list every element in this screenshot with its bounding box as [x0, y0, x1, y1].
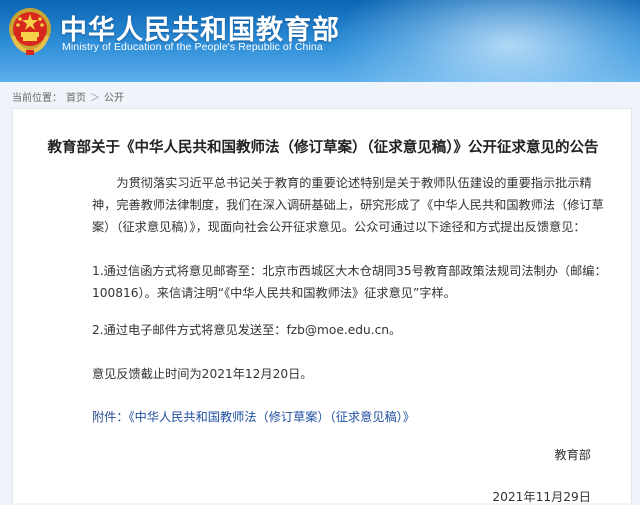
article-attachment: 附件：《中华人民共和国教师法（修订草案）（征求意见稿）》	[92, 406, 608, 428]
breadcrumb-separator: ＞	[90, 92, 100, 104]
national-emblem-icon[interactable]	[7, 6, 53, 56]
article-panel: 教育部关于《中华人民共和国教师法（修订草案）（征求意见稿）》公开征求意见的公告 …	[12, 108, 632, 504]
breadcrumb-public-link[interactable]: 公开	[104, 89, 124, 104]
article-item-mail: 1.通过信函方式将意见邮寄至：北京市西城区大木仓胡同35号教育部政策法规司法制办…	[92, 264, 607, 300]
attachment-prefix: 附件：	[92, 410, 129, 424]
article-intro: 为贯彻落实习近平总书记关于教育的重要论述特别是关于教师队伍建设的重要指示批示精神…	[92, 176, 604, 234]
site-header: 中华人民共和国教育部 Ministry of Education of the …	[0, 0, 640, 82]
article-date: 2021年11月29日	[492, 490, 591, 504]
breadcrumb-prefix: 当前位置：	[12, 92, 62, 104]
article-item-email: 2.通过电子邮件方式将意见发送至：fzb@moe.edu.cn。	[92, 323, 402, 337]
attachment-link[interactable]: 《中华人民共和国教师法（修订草案）（征求意见稿）》	[129, 410, 415, 424]
breadcrumb-home-link[interactable]: 首页	[66, 89, 86, 104]
header-glow	[330, 0, 640, 82]
breadcrumb: 当前位置： 首页 ＞ 公开	[12, 88, 124, 104]
site-subtitle: Ministry of Education of the People's Re…	[62, 41, 323, 53]
article-deadline: 意见反馈截止时间为2021年12月20日。	[92, 367, 313, 381]
article-title: 教育部关于《中华人民共和国教师法（修订草案）（征求意见稿）》公开征求意见的公告	[47, 140, 599, 156]
article-signature: 教育部	[554, 448, 591, 462]
